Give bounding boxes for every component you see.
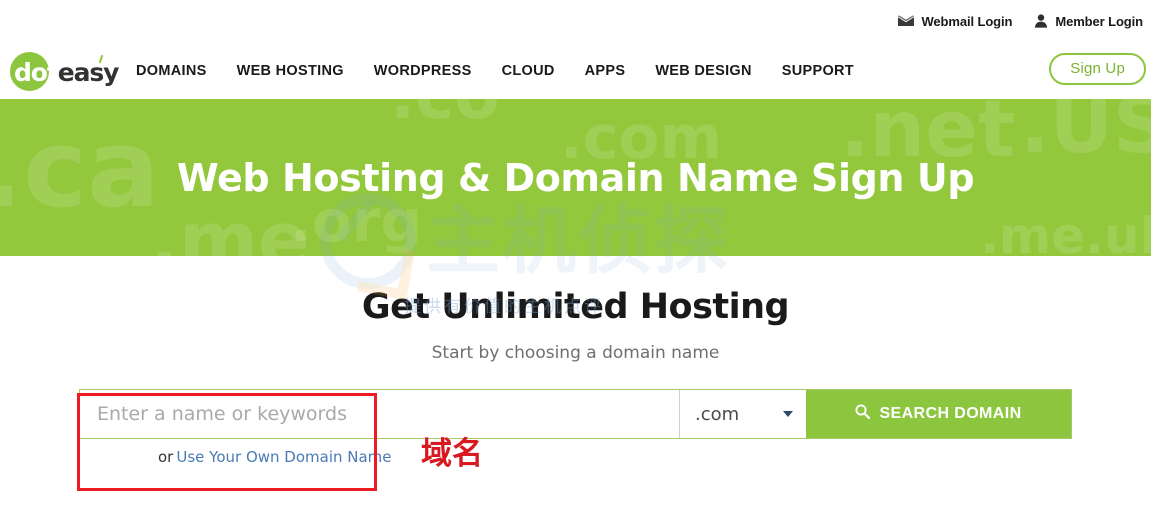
webmail-login-label: Webmail Login: [921, 13, 1013, 29]
hero-banner: .ca .co .com .net .US .me .me.uk .org We…: [0, 99, 1151, 256]
use-own-domain-link[interactable]: Use Your Own Domain Name: [176, 448, 391, 466]
nav-item-apps[interactable]: APPS: [585, 63, 626, 79]
nav-item-cloud[interactable]: CLOUD: [502, 63, 555, 79]
search-domain-label: SEARCH DOMAIN: [879, 405, 1022, 422]
sign-up-button[interactable]: Sign Up: [1049, 53, 1146, 85]
domain-search-input[interactable]: [80, 390, 679, 438]
or-prefix-text: or: [158, 448, 174, 466]
tld-select-value: .com: [695, 403, 740, 425]
nav-item-support[interactable]: SUPPORT: [782, 63, 854, 79]
member-login-link[interactable]: Member Login: [1034, 14, 1143, 29]
person-icon: [1034, 14, 1048, 28]
logo-easy-text: easy: [57, 57, 120, 87]
member-login-label: Member Login: [1055, 13, 1143, 29]
main-content: Get Unlimited Hosting Start by choosing …: [0, 256, 1151, 466]
use-own-domain-line: or Use Your Own Domain Name: [158, 448, 1072, 466]
nav-item-web-hosting[interactable]: WEB HOSTING: [237, 63, 344, 79]
primary-nav: DOMAINS WEB HOSTING WORDPRESS CLOUD APPS…: [136, 63, 854, 79]
tld-watermark-meuk: .me.uk: [980, 207, 1151, 256]
site-logo[interactable]: doteasy: [8, 49, 119, 93]
tld-watermark-us: .US: [1020, 99, 1151, 171]
webmail-login-link[interactable]: Webmail Login: [898, 14, 1012, 29]
logo-dot-text: dot: [14, 57, 59, 87]
nav-item-web-design[interactable]: WEB DESIGN: [655, 63, 751, 79]
hero-title: Web Hosting & Domain Name Sign Up: [176, 155, 975, 200]
nav-item-domains[interactable]: DOMAINS: [136, 63, 207, 79]
domain-search-row: .com SEARCH DOMAIN: [79, 389, 1072, 439]
tld-watermark-co: .co: [390, 99, 500, 134]
tld-watermark-me: .me: [150, 195, 310, 256]
top-utility-bar: Webmail Login Member Login: [0, 0, 1151, 42]
tld-watermark-ca: .ca: [0, 107, 160, 232]
search-domain-button[interactable]: SEARCH DOMAIN: [806, 390, 1071, 438]
page-title: Get Unlimited Hosting: [361, 287, 790, 327]
search-icon: [855, 404, 871, 424]
envelope-icon: [898, 15, 915, 27]
logo-wordmark: doteasy: [14, 57, 120, 87]
domain-search-area: .com SEARCH DOMAIN orUse Your Own Domain…: [79, 389, 1072, 466]
tld-select[interactable]: .com: [679, 390, 806, 438]
page-subtitle: Start by choosing a domain name: [431, 343, 720, 363]
chevron-down-icon: [783, 411, 793, 417]
nav-item-wordpress[interactable]: WORDPRESS: [374, 63, 472, 79]
main-navbar: doteasy DOMAINS WEB HOSTING WORDPRESS CL…: [0, 42, 1151, 99]
